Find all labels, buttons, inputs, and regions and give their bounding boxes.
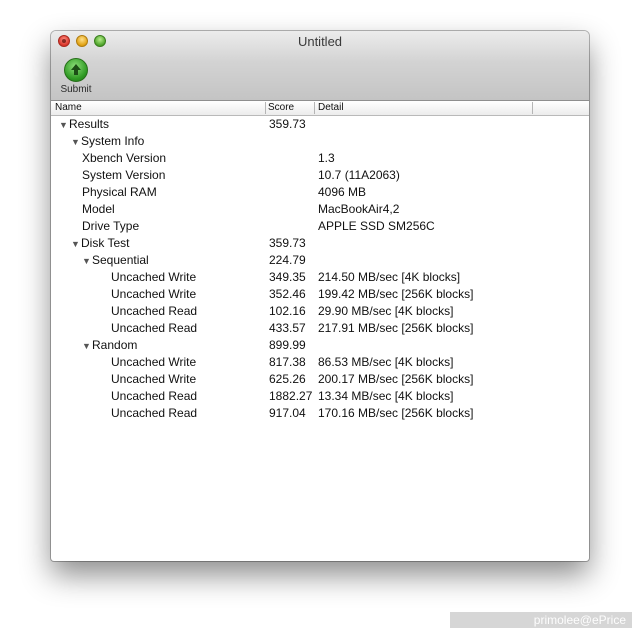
row-detail: 10.7 (11A2063) bbox=[318, 168, 400, 182]
row-detail: 4096 MB bbox=[318, 185, 367, 199]
row-score: 359.73 bbox=[269, 236, 306, 250]
row-label: System Info bbox=[81, 134, 145, 148]
row-label: Uncached Read bbox=[111, 406, 198, 420]
column-divider[interactable] bbox=[532, 102, 533, 114]
row-label: Disk Test bbox=[81, 236, 130, 250]
upload-arrow-icon bbox=[64, 58, 88, 82]
row-detail: 29.90 MB/sec [4K blocks] bbox=[318, 304, 454, 318]
outline-row[interactable]: Uncached Read 917.04 170.16 MB/sec [256K b… bbox=[51, 405, 589, 422]
row-name: Uncached Read bbox=[111, 388, 197, 405]
title-bar: Untitled Submit bbox=[51, 31, 589, 101]
row-label: Model bbox=[82, 202, 115, 216]
row-detail: 1.3 bbox=[318, 151, 335, 165]
row-score: 359.73 bbox=[269, 117, 306, 131]
disclosure-triangle-icon[interactable]: ▼ bbox=[82, 338, 92, 355]
row-name: System Version bbox=[82, 167, 165, 184]
row-label: Sequential bbox=[92, 253, 149, 267]
row-detail: 200.17 MB/sec [256K blocks] bbox=[318, 372, 474, 386]
row-score: 433.57 bbox=[269, 321, 306, 335]
column-header-score[interactable]: Score bbox=[268, 101, 294, 115]
row-detail: 13.34 MB/sec [4K blocks] bbox=[318, 389, 454, 403]
row-detail: 86.53 MB/sec [4K blocks] bbox=[318, 355, 454, 369]
row-score: 625.26 bbox=[269, 372, 306, 386]
row-name: Drive Type bbox=[82, 218, 139, 235]
outline-row[interactable]: Uncached Write 625.26 200.17 MB/sec [256K … bbox=[51, 371, 589, 388]
row-label: Uncached Read bbox=[111, 389, 198, 403]
outline-row[interactable]: System Version 10.7 (11A2063) bbox=[51, 167, 589, 184]
row-label: System Version bbox=[82, 168, 166, 182]
outline-row[interactable]: Uncached Write 349.35 214.50 MB/sec [4K bl… bbox=[51, 269, 589, 286]
outline-row[interactable]: Xbench Version 1.3 bbox=[51, 150, 589, 167]
row-name: Uncached Read bbox=[111, 303, 197, 320]
row-name: Xbench Version bbox=[82, 150, 166, 167]
outline-row[interactable]: ▼Sequential 224.79 bbox=[51, 252, 589, 269]
row-score: 899.99 bbox=[269, 338, 306, 352]
row-score: 1882.27 bbox=[269, 389, 313, 403]
row-label: Drive Type bbox=[82, 219, 140, 233]
row-score: 224.79 bbox=[269, 253, 306, 267]
row-detail: 199.42 MB/sec [256K blocks] bbox=[318, 287, 474, 301]
row-label: Xbench Version bbox=[82, 151, 167, 165]
row-label: Uncached Write bbox=[111, 287, 197, 301]
disclosure-triangle-icon[interactable]: ▼ bbox=[71, 236, 81, 253]
outline-row[interactable]: Uncached Write 817.38 86.53 MB/sec [4K blo… bbox=[51, 354, 589, 371]
row-label: Results bbox=[69, 117, 110, 131]
column-divider[interactable] bbox=[314, 102, 315, 114]
row-label: Uncached Write bbox=[111, 270, 197, 284]
row-name: Uncached Read bbox=[111, 320, 197, 337]
watermark: primolee@ePrice bbox=[450, 612, 632, 628]
row-score: 349.35 bbox=[269, 270, 306, 284]
window-title: Untitled bbox=[297, 34, 343, 49]
row-label: Random bbox=[92, 338, 138, 352]
row-name: Uncached Write bbox=[111, 286, 196, 303]
row-score: 817.38 bbox=[269, 355, 306, 369]
outline-row[interactable]: ▼Results 359.73 bbox=[51, 116, 589, 133]
column-header-name[interactable]: Name bbox=[55, 101, 82, 115]
outline-row[interactable]: ▼Random 899.99 bbox=[51, 337, 589, 354]
row-name: ▼Sequential bbox=[82, 252, 149, 270]
outline-row[interactable]: Uncached Read 1882.27 13.34 MB/sec [4K blo… bbox=[51, 388, 589, 405]
row-score: 352.46 bbox=[269, 287, 306, 301]
row-label: Uncached Read bbox=[111, 304, 198, 318]
row-name: ▼Random bbox=[82, 337, 137, 355]
row-detail: APPLE SSD SM256C bbox=[318, 219, 435, 233]
disclosure-triangle-icon[interactable]: ▼ bbox=[59, 117, 69, 134]
row-label: Physical RAM bbox=[82, 185, 157, 199]
row-detail: 170.16 MB/sec [256K blocks] bbox=[318, 406, 474, 420]
outline-row[interactable]: Physical RAM 4096 MB bbox=[51, 184, 589, 201]
row-name: Physical RAM bbox=[82, 184, 157, 201]
row-name: ▼Disk Test bbox=[71, 235, 129, 253]
outline-row[interactable]: Uncached Write 352.46 199.42 MB/sec [256K … bbox=[51, 286, 589, 303]
row-label: Uncached Read bbox=[111, 321, 198, 335]
submit-label: Submit bbox=[60, 84, 92, 95]
column-header-detail[interactable]: Detail bbox=[318, 101, 344, 115]
row-detail: MacBookAir4,2 bbox=[318, 202, 400, 216]
row-name: Uncached Read bbox=[111, 405, 197, 422]
row-label: Uncached Write bbox=[111, 372, 197, 386]
row-score: 102.16 bbox=[269, 304, 306, 318]
row-name: Model bbox=[82, 201, 115, 218]
row-name: Uncached Write bbox=[111, 354, 196, 371]
outline-row[interactable]: Uncached Read 102.16 29.90 MB/sec [4K bloc… bbox=[51, 303, 589, 320]
column-divider[interactable] bbox=[265, 102, 266, 114]
outline-row[interactable]: Uncached Read 433.57 217.91 MB/sec [256K b… bbox=[51, 320, 589, 337]
outline-row[interactable]: Drive Type APPLE SSD SM256C bbox=[51, 218, 589, 235]
submit-button[interactable]: Submit bbox=[56, 58, 96, 98]
disclosure-triangle-icon[interactable]: ▼ bbox=[71, 134, 81, 151]
row-name: ▼Results bbox=[59, 116, 109, 134]
row-detail: 217.91 MB/sec [256K blocks] bbox=[318, 321, 474, 335]
outline-row[interactable]: ▼System Info bbox=[51, 133, 589, 150]
results-table-header: Name Score Detail bbox=[51, 101, 589, 116]
row-name: Uncached Write bbox=[111, 371, 196, 388]
row-label: Uncached Write bbox=[111, 355, 197, 369]
row-name: ▼System Info bbox=[71, 133, 144, 151]
app-window: Untitled Submit Name Score Detail ▼Resul… bbox=[51, 31, 589, 561]
disclosure-triangle-icon[interactable]: ▼ bbox=[82, 253, 92, 270]
row-name: Uncached Write bbox=[111, 269, 196, 286]
row-score: 917.04 bbox=[269, 406, 306, 420]
outline-row[interactable]: Model MacBookAir4,2 bbox=[51, 201, 589, 218]
outline-row[interactable]: ▼Disk Test 359.73 bbox=[51, 235, 589, 252]
row-detail: 214.50 MB/sec [4K blocks] bbox=[318, 270, 461, 284]
